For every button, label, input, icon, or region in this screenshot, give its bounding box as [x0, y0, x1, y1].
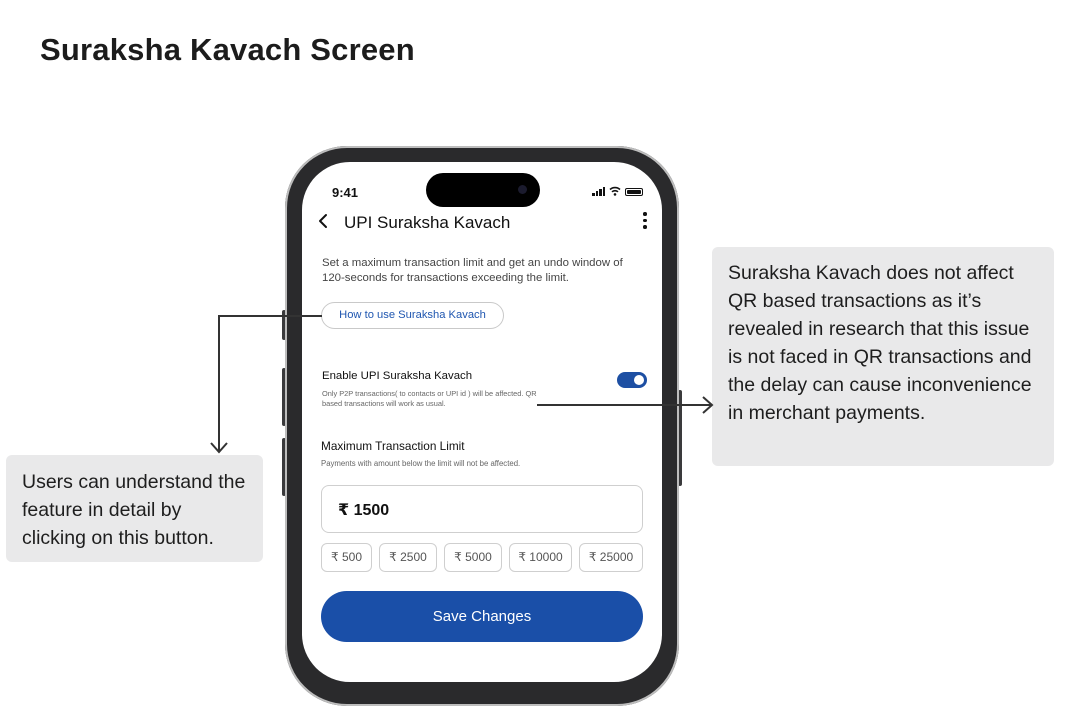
- dynamic-island: [426, 173, 540, 207]
- arrow-right-head: [702, 396, 714, 414]
- amount-chip[interactable]: ₹ 25000: [579, 543, 643, 572]
- limit-title: Maximum Transaction Limit: [321, 439, 465, 453]
- limit-subtitle: Payments with amount below the limit wil…: [321, 459, 521, 468]
- save-changes-button[interactable]: Save Changes: [321, 591, 643, 642]
- chevron-left-icon[interactable]: [318, 213, 328, 234]
- callout-qr-note: Suraksha Kavach does not affect QR based…: [712, 247, 1054, 466]
- amount-chip[interactable]: ₹ 5000: [444, 543, 502, 572]
- amount-chip[interactable]: ₹ 500: [321, 543, 372, 572]
- enable-toggle[interactable]: [617, 372, 647, 388]
- amount-chip-row: ₹ 500 ₹ 2500 ₹ 5000 ₹ 10000 ₹ 25000: [321, 543, 643, 572]
- toggle-knob: [634, 375, 644, 385]
- more-vertical-icon[interactable]: [642, 212, 648, 229]
- limit-amount-input[interactable]: ₹ 1500: [321, 485, 643, 533]
- app-header: UPI Suraksha Kavach: [318, 210, 648, 236]
- screen-title: UPI Suraksha Kavach: [344, 213, 511, 232]
- amount-chip[interactable]: ₹ 2500: [379, 543, 437, 572]
- camera-icon: [518, 185, 527, 194]
- status-time: 9:41: [332, 185, 359, 200]
- feature-description: Set a maximum transaction limit and get …: [322, 257, 623, 284]
- enable-setting-title: Enable UPI Suraksha Kavach: [322, 370, 473, 382]
- phone-screen: 9:41 UPI Suraksha Kavach Set a maximum t…: [302, 162, 662, 682]
- battery-icon: [625, 188, 643, 196]
- amount-chip[interactable]: ₹ 10000: [509, 543, 572, 572]
- arrow-left-head: [210, 442, 228, 454]
- limit-amount-value: ₹ 1500: [338, 502, 390, 519]
- page-title: Suraksha Kavach Screen: [40, 32, 415, 67]
- how-to-use-button[interactable]: How to use Suraksha Kavach: [321, 302, 504, 329]
- wifi-icon: [609, 186, 621, 196]
- status-icons: [592, 186, 643, 196]
- enable-setting-subtitle: Only P2P transactions( to contacts or UP…: [322, 389, 537, 408]
- callout-how-to: Users can understand the feature in deta…: [6, 455, 263, 562]
- signal-icon: [592, 187, 605, 196]
